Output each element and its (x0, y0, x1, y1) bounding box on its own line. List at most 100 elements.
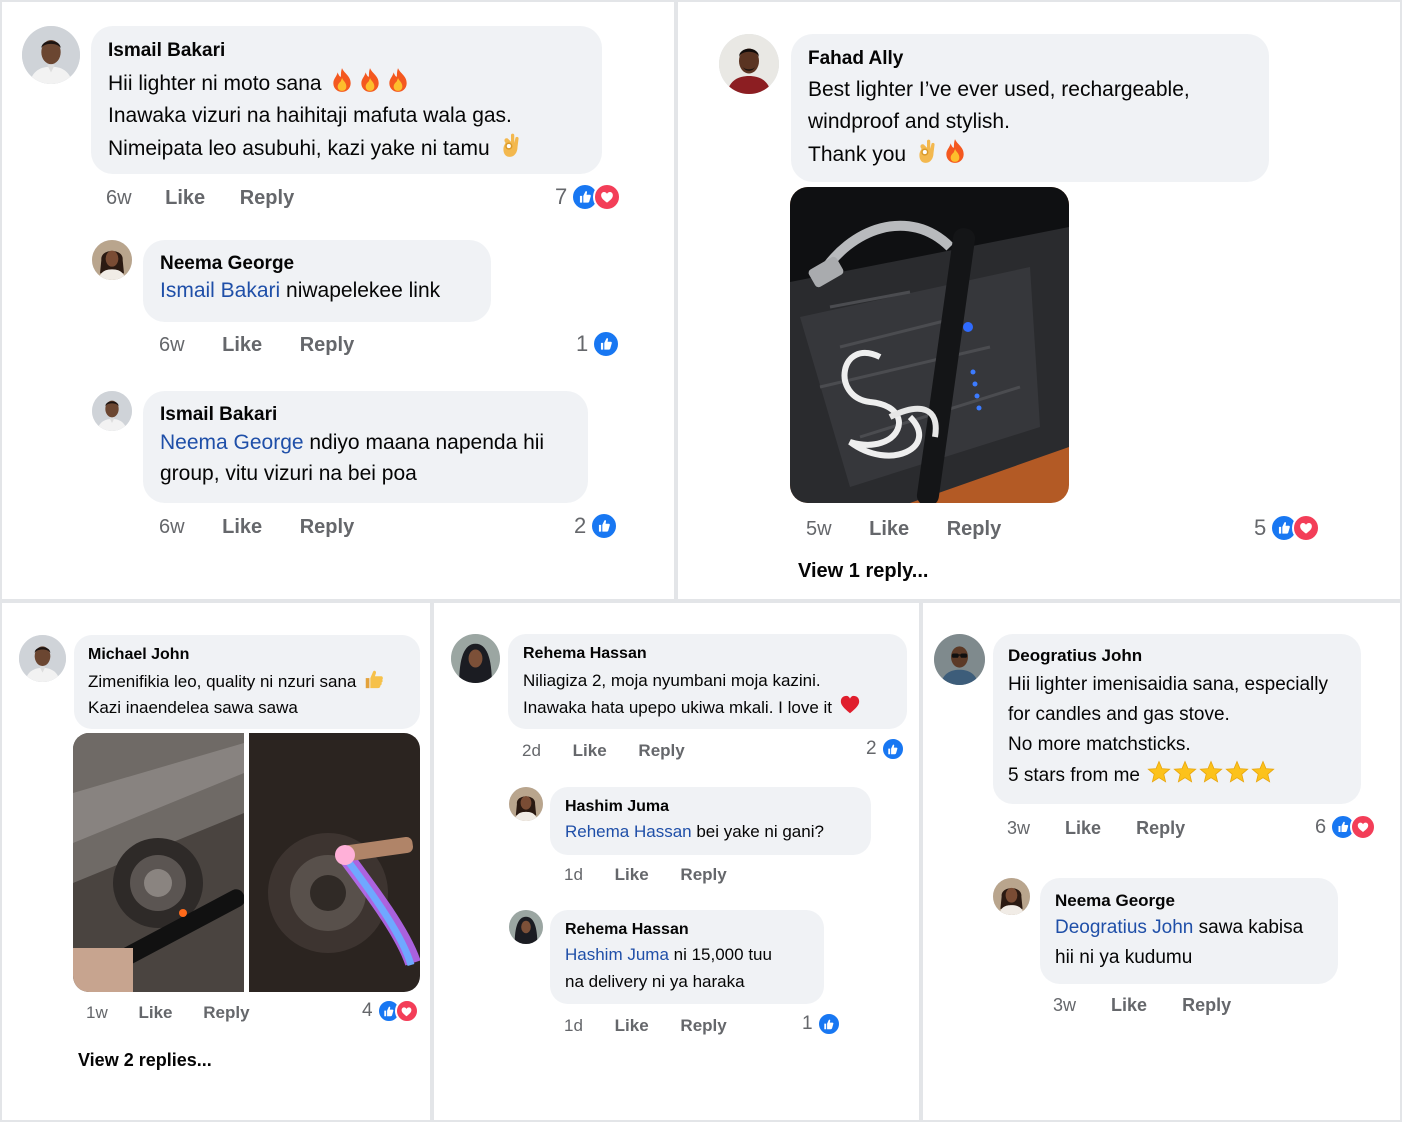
comment-text: for candles and gas stove. (1008, 704, 1230, 725)
comment-text: Inawaka vizuri na haihitaji mafuta wala … (108, 104, 512, 127)
comment-text: hii ni ya kudumu (1055, 947, 1193, 968)
reply-button[interactable]: Reply (680, 865, 726, 885)
avatar[interactable] (719, 34, 779, 94)
avatar[interactable] (22, 26, 80, 84)
love-reaction-icon (593, 183, 622, 211)
reply-button[interactable]: Reply (300, 334, 354, 357)
comment-author[interactable]: Michael John (88, 644, 406, 666)
like-button[interactable]: Like (869, 518, 909, 541)
comment-time: 2d (522, 741, 541, 760)
view-replies-link[interactable]: View 2 replies... (78, 1050, 212, 1071)
comment-panel-1: Ismail Bakari Hii lighter ni moto sana I… (0, 0, 676, 601)
reply-bubble: Rehema Hassan Hashim Juma ni 15,000 tuu … (550, 910, 824, 1004)
mention-link[interactable]: Hashim Juma (565, 945, 669, 964)
comment-text: No more matchsticks. (1008, 734, 1191, 755)
love-reaction-icon (394, 999, 419, 1023)
avatar[interactable] (451, 634, 500, 683)
reaction-count: 6 (1315, 815, 1327, 838)
reply-button[interactable]: Reply (203, 1003, 249, 1023)
like-button[interactable]: Like (615, 865, 649, 885)
avatar[interactable] (509, 787, 543, 821)
star-emoji (1199, 760, 1223, 784)
red-heart-emoji (839, 694, 861, 716)
comment-photo-gas-stove[interactable] (73, 733, 420, 992)
comment-actions: 1w Like Reply (86, 1003, 250, 1023)
mention-link[interactable]: Rehema Hassan (565, 822, 692, 841)
like-button[interactable]: Like (165, 187, 205, 210)
fire-emoji (357, 67, 383, 93)
comment-actions: 5w Like Reply (806, 518, 1001, 541)
reaction-summary[interactable]: 1 (802, 1012, 841, 1036)
reaction-summary[interactable]: 6 (1315, 814, 1377, 840)
comment-bubble: Michael John Zimenifikia leo, quality ni… (74, 635, 420, 729)
fire-emoji (385, 67, 411, 93)
reply-button[interactable]: Reply (638, 741, 684, 761)
comment-author[interactable]: Fahad Ally (808, 47, 1252, 71)
reply-button[interactable]: Reply (1182, 995, 1231, 1016)
comment-actions: 3w Like Reply (1007, 818, 1185, 839)
mention-link[interactable]: Ismail Bakari (160, 279, 280, 302)
reaction-summary[interactable]: 5 (1254, 514, 1321, 542)
comment-panel-3: Michael John Zimenifikia leo, quality ni… (0, 601, 432, 1122)
comment-photo-lighter[interactable] (790, 187, 1069, 503)
comment-author[interactable]: Ismail Bakari (108, 39, 585, 63)
reply-button[interactable]: Reply (300, 516, 354, 539)
like-button[interactable]: Like (615, 1016, 649, 1036)
like-button[interactable]: Like (1111, 995, 1147, 1016)
comment-panel-5: Deogratius John Hii lighter imenisaidia … (921, 601, 1402, 1122)
comment-author[interactable]: Rehema Hassan (523, 643, 892, 665)
reply-button[interactable]: Reply (947, 518, 1001, 541)
like-reaction-icon (590, 512, 619, 540)
reply-button[interactable]: Reply (240, 187, 294, 210)
mention-link[interactable]: Deogratius John (1055, 917, 1193, 938)
star-emoji (1225, 760, 1249, 784)
reaction-summary[interactable]: 7 (555, 183, 622, 211)
comment-actions: 2d Like Reply (522, 741, 685, 761)
comment-text-line: Thank you (808, 138, 1252, 171)
like-button[interactable]: Like (573, 741, 607, 761)
comment-author[interactable]: Rehema Hassan (565, 919, 809, 941)
reaction-summary[interactable]: 1 (576, 330, 621, 358)
comment-bubble: Rehema Hassan Niliagiza 2, moja nyumbani… (508, 634, 907, 729)
reaction-summary[interactable]: 4 (362, 999, 419, 1023)
comment-time: 6w (159, 516, 185, 538)
like-button[interactable]: Like (222, 516, 262, 539)
reply-bubble: Hashim Juma Rehema Hassan bei yake ni ga… (550, 787, 871, 855)
comment-author[interactable]: Ismail Bakari (160, 403, 571, 427)
comment-author[interactable]: Neema George (1055, 889, 1323, 913)
comment-time: 6w (159, 334, 185, 356)
comment-actions: 1d Like Reply (564, 865, 727, 885)
reply-button[interactable]: Reply (1136, 818, 1185, 839)
comment-text: Nimeipata leo asubuhi, kazi yake ni tamu (108, 137, 490, 160)
comment-text: Best lighter I’ve ever used, rechargeabl… (808, 78, 1190, 101)
comment-author[interactable]: Deogratius John (1008, 644, 1346, 668)
mention-link[interactable]: Neema George (160, 431, 304, 454)
avatar[interactable] (993, 878, 1030, 915)
comment-author[interactable]: Neema George (160, 252, 474, 276)
like-reaction-icon (592, 330, 621, 358)
like-button[interactable]: Like (222, 334, 262, 357)
comment-time: 3w (1007, 818, 1031, 838)
reply-button[interactable]: Reply (680, 1016, 726, 1036)
avatar[interactable] (19, 635, 66, 682)
star-emoji (1251, 760, 1275, 784)
reaction-summary[interactable]: 2 (866, 737, 905, 761)
like-button[interactable]: Like (138, 1003, 172, 1023)
like-reaction-icon (816, 1012, 841, 1036)
comment-text-line: Zimenifikia leo, quality ni nzuri sana (88, 668, 406, 695)
avatar[interactable] (92, 391, 132, 431)
fire-emoji (942, 138, 968, 164)
avatar[interactable] (92, 240, 132, 280)
avatar[interactable] (509, 910, 543, 944)
like-button[interactable]: Like (1065, 818, 1101, 839)
view-replies-link[interactable]: View 1 reply... (798, 560, 928, 583)
comment-time: 1d (564, 1016, 583, 1035)
comment-author[interactable]: Hashim Juma (565, 796, 856, 818)
avatar[interactable] (934, 634, 985, 685)
comment-bubble: Ismail Bakari Hii lighter ni moto sana I… (91, 26, 602, 174)
reply-bubble: Ismail Bakari Neema George ndiyo maana n… (143, 391, 588, 503)
reaction-summary[interactable]: 2 (574, 512, 619, 540)
comment-text: ndiyo maana napenda hii (303, 431, 545, 454)
comment-text-line: Inawaka hata upepo ukiwa mkali. I love i… (523, 694, 892, 721)
comment-time: 3w (1053, 995, 1077, 1015)
